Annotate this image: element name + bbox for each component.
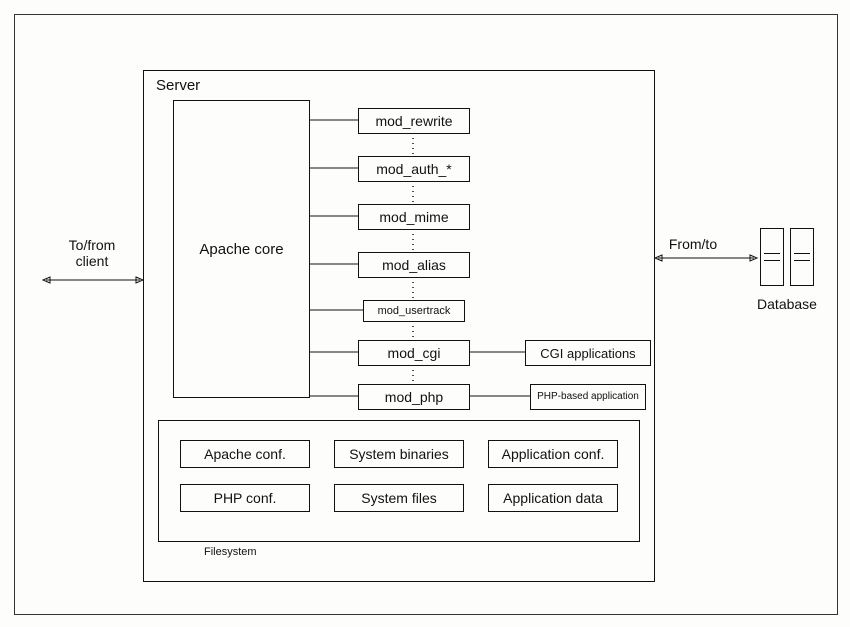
- mod-mime-label: mod_mime: [379, 209, 448, 225]
- fs-php-conf-label: PHP conf.: [214, 490, 277, 506]
- php-app-box: PHP-based application: [530, 384, 646, 410]
- fs-system-files: System files: [334, 484, 464, 512]
- client-label: To/from client: [62, 237, 122, 269]
- mod-alias-label: mod_alias: [382, 257, 446, 273]
- mod-usertrack-label: mod_usertrack: [378, 305, 451, 317]
- db-fromto-label: From/to: [663, 236, 723, 252]
- fs-system-files-label: System files: [361, 490, 436, 506]
- mod-usertrack-box: mod_usertrack: [363, 300, 465, 322]
- php-app-label: PHP-based application: [537, 392, 639, 402]
- database-label: Database: [747, 296, 827, 312]
- mod-auth-label: mod_auth_*: [376, 161, 452, 177]
- fs-application-data-label: Application data: [503, 490, 603, 506]
- filesystem-label: Filesystem: [204, 546, 257, 558]
- fs-application-conf-label: Application conf.: [502, 446, 605, 462]
- fs-system-binaries-label: System binaries: [349, 446, 449, 462]
- mod-cgi-box: mod_cgi: [358, 340, 470, 366]
- cgi-apps-label: CGI applications: [540, 346, 635, 361]
- fs-php-conf: PHP conf.: [180, 484, 310, 512]
- server-label: Server: [156, 77, 200, 94]
- mod-auth-box: mod_auth_*: [358, 156, 470, 182]
- mod-rewrite-label: mod_rewrite: [375, 113, 452, 129]
- mod-rewrite-box: mod_rewrite: [358, 108, 470, 134]
- fs-apache-conf-label: Apache conf.: [204, 446, 286, 462]
- cgi-apps-box: CGI applications: [525, 340, 651, 366]
- mod-cgi-label: mod_cgi: [388, 345, 441, 361]
- mod-alias-box: mod_alias: [358, 252, 470, 278]
- fs-apache-conf: Apache conf.: [180, 440, 310, 468]
- fs-application-data: Application data: [488, 484, 618, 512]
- filesystem-box: [158, 420, 640, 542]
- fs-application-conf: Application conf.: [488, 440, 618, 468]
- mod-mime-box: mod_mime: [358, 204, 470, 230]
- mod-php-box: mod_php: [358, 384, 470, 410]
- mod-php-label: mod_php: [385, 389, 443, 405]
- database-icon: [760, 228, 784, 286]
- apache-core-label: Apache core: [199, 241, 283, 258]
- fs-system-binaries: System binaries: [334, 440, 464, 468]
- database-icon: [790, 228, 814, 286]
- apache-core-box: Apache core: [173, 100, 310, 398]
